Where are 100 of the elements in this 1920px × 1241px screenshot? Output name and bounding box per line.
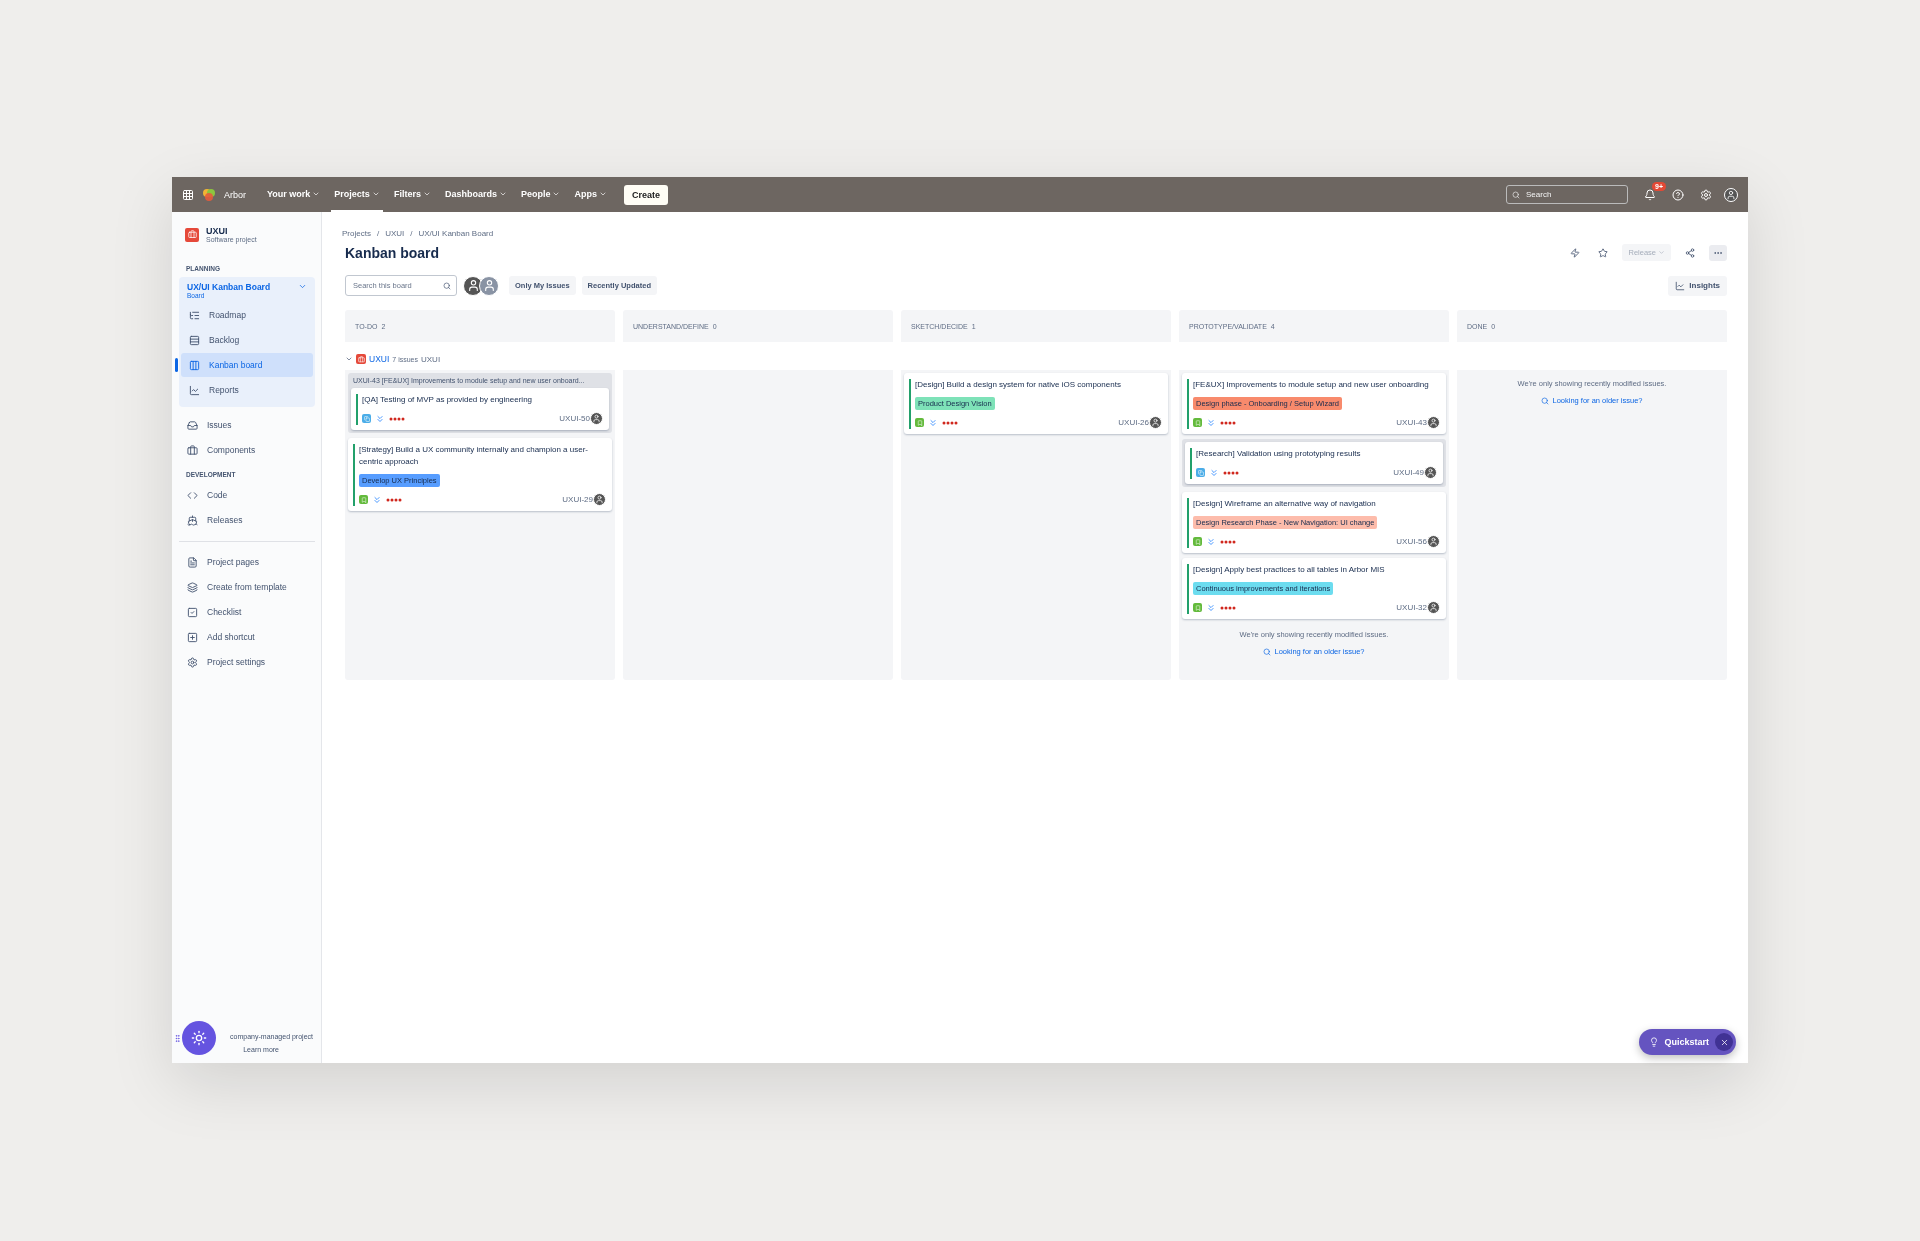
close-button[interactable] (1715, 1033, 1733, 1051)
issue-key: UXUI-50 (559, 414, 590, 423)
close-icon (1719, 1037, 1729, 1047)
copy-icon (362, 414, 371, 423)
sun-icon (191, 1030, 207, 1046)
issue-key: UXUI-32 (1396, 603, 1427, 612)
document-icon (187, 556, 198, 568)
nav-menu-item[interactable]: Apps (571, 177, 610, 212)
issue-title: [Design] Wireframe an alternative way of navigation (1193, 498, 1377, 510)
page-title: Kanban board (345, 244, 440, 261)
avatar (1424, 466, 1437, 479)
tray-icon (187, 419, 198, 431)
lightning-icon (1570, 247, 1581, 258)
chevrons-down-icon (372, 494, 382, 505)
nav-menu-item[interactable]: Your work (264, 177, 324, 212)
create-button[interactable]: Create (623, 184, 668, 205)
chevrons-down-icon (1206, 602, 1216, 613)
search-field[interactable]: Search (1506, 185, 1628, 204)
share-icon (1685, 247, 1695, 258)
grip-icon[interactable] (173, 1034, 182, 1043)
breadcrumb-link[interactable]: UXUI (385, 229, 405, 238)
briefcase-icon (187, 444, 198, 456)
rows-icon (189, 334, 200, 346)
breadcrumb-link[interactable]: Projects (342, 229, 371, 238)
dots-icon (1223, 470, 1239, 475)
avatar (1149, 416, 1162, 429)
swimlane-project-link[interactable]: UXUI (369, 354, 390, 364)
search-icon (1541, 396, 1550, 405)
avatar[interactable] (479, 275, 499, 296)
nav-menu-item[interactable]: People (517, 177, 564, 212)
nav-menu-item[interactable]: Dashboards (441, 177, 510, 212)
swimlane-name: UXUI (421, 354, 441, 364)
bookmark-icon (1193, 537, 1202, 546)
project-icon (185, 227, 199, 242)
sun-button[interactable] (182, 1021, 216, 1055)
avatar (593, 493, 606, 506)
app-grid-icon[interactable] (182, 188, 194, 201)
issue-title: [Strategy] Build a UX community internally and champion a user-centric approach (359, 444, 589, 468)
person-icon (482, 279, 496, 292)
more-button[interactable] (1709, 244, 1727, 261)
chevrons-down-icon (1206, 536, 1216, 547)
dots-icon (1220, 420, 1236, 425)
chevrons-down-icon (1209, 467, 1219, 478)
chart-icon (189, 384, 200, 396)
issue-key: UXUI-56 (1396, 537, 1427, 546)
dots-icon (386, 497, 402, 502)
avatar (1427, 535, 1440, 548)
bookmark-icon (1193, 418, 1202, 427)
layers-icon (187, 581, 198, 593)
search-icon (1512, 190, 1520, 199)
ship-icon (187, 514, 198, 526)
issue-card[interactable]: [QA] Testing of MVP as provided by engineering UXUI-50 (351, 388, 609, 430)
quickstart-button[interactable]: Quickstart (1649, 1037, 1709, 1047)
bookmark-icon (915, 418, 924, 427)
dots-icon (389, 416, 405, 421)
settings-icon[interactable] (1700, 188, 1712, 201)
caret-icon (345, 355, 353, 363)
issue-title: [Design] Build a design system for native iOS components (915, 379, 1122, 391)
columns-icon (189, 359, 200, 371)
avatar (590, 412, 603, 425)
search-input[interactable]: Search (1524, 189, 1619, 200)
issue-key: UXUI-26 (1118, 418, 1149, 427)
person-icon (466, 279, 480, 292)
brand-name: Arbor (224, 189, 246, 200)
search-icon (443, 281, 451, 290)
avatar[interactable] (463, 275, 483, 296)
dots-icon (1220, 539, 1236, 544)
issue-key: UXUI-49 (1393, 468, 1424, 477)
issue-title: [FE&UX] Improvements to module setup and new user onboarding (1193, 379, 1430, 391)
star-icon (1598, 247, 1609, 258)
caret-icon (1658, 249, 1665, 256)
breadcrumb-link[interactable]: UX/UI Kanban Board (418, 229, 494, 238)
breadcrumb-separator: / (376, 229, 380, 238)
bell-icon[interactable] (1644, 188, 1656, 201)
code-icon (187, 489, 198, 501)
chevrons-down-icon (928, 417, 938, 428)
issue-title: [QA] Testing of MVP as provided by engineering (362, 394, 534, 406)
help-icon[interactable] (1672, 188, 1684, 201)
chevrons-down-icon (1206, 417, 1216, 428)
dots-icon (942, 420, 958, 425)
issue-card[interactable]: [Research] Validation using prototyping results UXUI-49 (1185, 442, 1443, 484)
breadcrumb-separator: / (410, 229, 413, 238)
checkbox-icon (187, 606, 198, 618)
issue-title: [Design] Apply best practices to all tables in Arbor MIS (1193, 564, 1386, 576)
nav-menu-item[interactable]: Projects (331, 177, 383, 212)
dots-icon (1220, 605, 1236, 610)
lightbulb-icon (1649, 1037, 1660, 1047)
copy-icon (1196, 468, 1205, 477)
avatar (1427, 416, 1440, 429)
project-icon (356, 354, 366, 364)
chevron-icon (298, 282, 307, 291)
list-icon (189, 309, 200, 321)
insights-button[interactable]: Insights (1668, 275, 1727, 296)
bookmark-icon (359, 495, 368, 504)
logo-icon (202, 187, 216, 202)
nav-menu-item[interactable]: Filters (390, 177, 434, 212)
search-icon (1263, 647, 1272, 656)
bookmark-icon (1193, 603, 1202, 612)
issue-title: [Research] Validation using prototyping results (1196, 448, 1362, 460)
caret-button[interactable] (345, 355, 353, 363)
